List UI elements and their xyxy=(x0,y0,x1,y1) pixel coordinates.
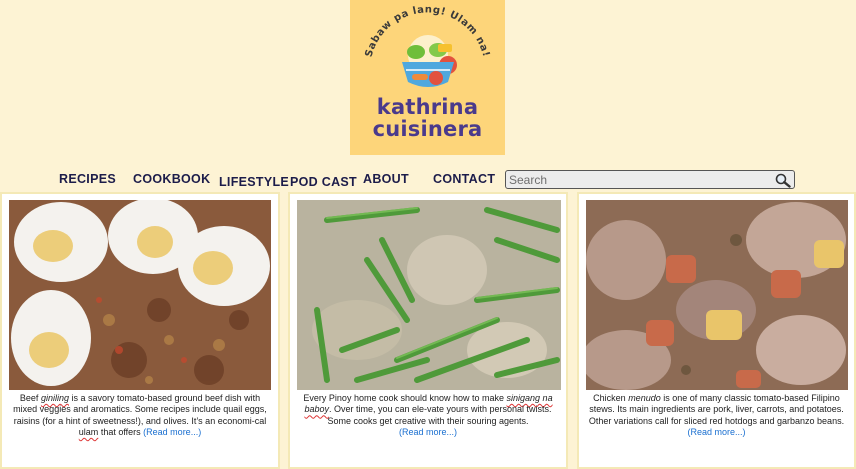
term-menudo: menudo xyxy=(628,393,661,403)
recipe-card-giniling[interactable]: Beef giniling is a savory tomato-based g… xyxy=(0,192,280,469)
nav-lifestyle[interactable]: LIFESTYLE xyxy=(219,175,289,189)
nav-recipes[interactable]: RECIPES xyxy=(59,172,116,186)
term-giniling: giniling xyxy=(40,393,69,403)
magnifier-icon[interactable] xyxy=(774,172,792,188)
site-logo[interactable]: Sabaw pa lang! Ulam na! kathrina cuisine… xyxy=(350,0,505,155)
menudo-description: Chicken menudo is one of many classic to… xyxy=(588,393,845,438)
recipe-card-menudo[interactable]: Chicken menudo is one of many classic to… xyxy=(577,192,856,469)
read-more-giniling[interactable]: (Read more...) xyxy=(143,427,201,437)
nav-contact[interactable]: CONTACT xyxy=(433,172,495,186)
recipe-card-sinigang[interactable]: Every Pinoy home cook should know how to… xyxy=(288,192,568,469)
search-box[interactable] xyxy=(505,170,795,189)
brand-name-line1: kathrina xyxy=(376,95,479,119)
search-input[interactable] xyxy=(509,172,769,187)
read-more-sinigang[interactable]: (Read more...) xyxy=(399,427,457,437)
giniling-photo[interactable] xyxy=(9,200,271,390)
nav-cookbook[interactable]: COOKBOOK xyxy=(133,172,210,186)
menudo-photo[interactable] xyxy=(586,200,848,390)
term-ulam: ulam xyxy=(78,427,99,438)
nav-podcast[interactable]: POD CAST xyxy=(290,175,357,189)
sinigang-photo[interactable] xyxy=(297,200,561,390)
read-more-menudo[interactable]: (Read more...) xyxy=(687,427,745,437)
sinigang-description: Every Pinoy home cook should know how to… xyxy=(303,393,553,438)
giniling-description: Beef giniling is a savory tomato-based g… xyxy=(13,393,267,438)
brand-name-line2: cuisinera xyxy=(372,117,483,141)
nav-about[interactable]: ABOUT xyxy=(363,172,409,186)
